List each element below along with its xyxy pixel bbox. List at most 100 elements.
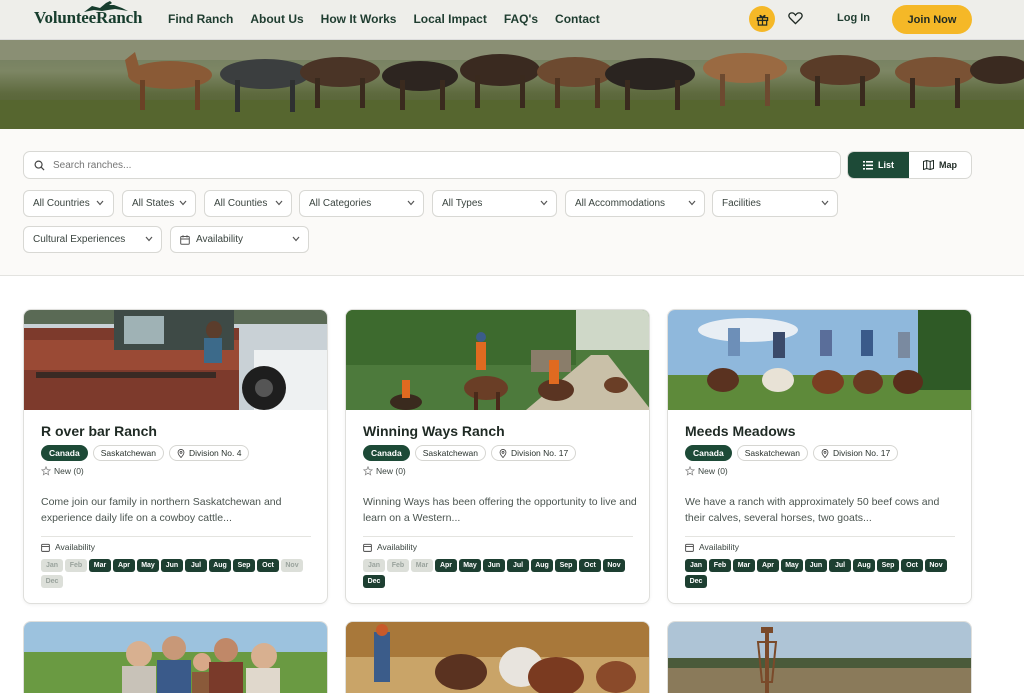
chevron-down-icon xyxy=(407,200,415,206)
country-tag: Canada xyxy=(41,445,88,461)
month-feb: Feb xyxy=(65,559,87,572)
month-apr: Apr xyxy=(113,559,135,572)
site-header: Voluntee Ranch Find Ranch About Us How It… xyxy=(0,0,1024,40)
ranch-card[interactable] xyxy=(345,621,650,693)
star-icon xyxy=(685,466,695,476)
ranch-photo xyxy=(346,622,649,693)
month-jun: Jun xyxy=(805,559,827,572)
list-view-button[interactable]: List xyxy=(848,152,909,178)
availability-label: Availability xyxy=(41,542,95,552)
ranch-card[interactable]: Meeds Meadows Canada Saskatchewan Divisi… xyxy=(667,309,972,604)
calendar-icon xyxy=(363,543,372,552)
ranch-card[interactable] xyxy=(23,621,328,693)
view-toggle: List Map xyxy=(847,151,972,179)
month-aug: Aug xyxy=(531,559,553,572)
month-mar: Mar xyxy=(411,559,433,572)
location-pin-icon xyxy=(821,448,829,458)
divider xyxy=(363,536,633,537)
map-icon xyxy=(923,160,934,170)
filter-availability[interactable]: Availability xyxy=(170,226,309,253)
availability-months: Jan Feb Mar Apr May Jun Jul Aug Sep Oct Nov Dec xyxy=(685,559,960,588)
month-jul: Jul xyxy=(507,559,529,572)
state-tag: Saskatchewan xyxy=(92,445,165,461)
ranch-title[interactable]: Winning Ways Ranch xyxy=(363,423,505,439)
filter-types[interactable]: All Types xyxy=(432,190,557,217)
month-dec: Dec xyxy=(363,575,385,588)
division-tag: Division No. 4 xyxy=(169,445,250,461)
month-feb: Feb xyxy=(709,559,731,572)
ranch-photo xyxy=(668,622,971,693)
main-nav: Find Ranch About Us How It Works Local I… xyxy=(168,12,617,26)
ranch-title[interactable]: Meeds Meadows xyxy=(685,423,795,439)
rating: New (0) xyxy=(363,466,406,476)
month-aug: Aug xyxy=(853,559,875,572)
filter-accommodations[interactable]: All Accommodations xyxy=(565,190,705,217)
division-tag: Division No. 17 xyxy=(491,445,577,461)
favorites-button[interactable] xyxy=(786,9,804,27)
state-tag: Saskatchewan xyxy=(414,445,487,461)
location-tags: Canada Saskatchewan Division No. 17 xyxy=(363,445,577,461)
ranch-photo xyxy=(346,310,649,410)
filter-panel: List Map All Countries All States All Co… xyxy=(0,129,1024,276)
nav-how-it-works[interactable]: How It Works xyxy=(321,12,397,26)
filter-categories[interactable]: All Categories xyxy=(299,190,424,217)
availability-label: Availability xyxy=(363,542,417,552)
map-view-button[interactable]: Map xyxy=(909,152,971,178)
month-sep: Sep xyxy=(877,559,899,572)
month-dec: Dec xyxy=(41,575,63,588)
ranch-card[interactable]: Winning Ways Ranch Canada Saskatchewan D… xyxy=(345,309,650,604)
location-pin-icon xyxy=(177,448,185,458)
month-aug: Aug xyxy=(209,559,231,572)
nav-about-us[interactable]: About Us xyxy=(250,12,303,26)
gift-button[interactable] xyxy=(749,6,775,32)
logo[interactable]: Voluntee Ranch xyxy=(34,1,142,28)
nav-faqs[interactable]: FAQ's xyxy=(504,12,538,26)
join-now-button[interactable]: Join Now xyxy=(892,5,972,34)
filter-facilities[interactable]: Facilities xyxy=(712,190,838,217)
month-sep: Sep xyxy=(233,559,255,572)
month-nov: Nov xyxy=(925,559,947,572)
rating: New (0) xyxy=(41,466,84,476)
calendar-icon xyxy=(41,543,50,552)
ranch-photo xyxy=(668,310,971,410)
search-input[interactable] xyxy=(53,159,753,171)
search-icon xyxy=(34,160,45,171)
country-tag: Canada xyxy=(363,445,410,461)
month-jan: Jan xyxy=(685,559,707,572)
rating: New (0) xyxy=(685,466,728,476)
search-box[interactable] xyxy=(23,151,841,179)
month-mar: Mar xyxy=(89,559,111,572)
calendar-icon xyxy=(685,543,694,552)
nav-local-impact[interactable]: Local Impact xyxy=(413,12,486,26)
filter-states[interactable]: All States xyxy=(122,190,196,217)
month-may: May xyxy=(459,559,481,572)
location-tags: Canada Saskatchewan Division No. 17 xyxy=(685,445,899,461)
ranch-card[interactable] xyxy=(667,621,972,693)
heart-icon xyxy=(787,12,803,25)
country-tag: Canada xyxy=(685,445,732,461)
filter-counties[interactable]: All Counties xyxy=(204,190,292,217)
filter-cultural-experiences[interactable]: Cultural Experiences xyxy=(23,226,162,253)
month-jun: Jun xyxy=(161,559,183,572)
ranch-description: Come join our family in northern Saskatc… xyxy=(41,496,282,524)
location-tags: Canada Saskatchewan Division No. 4 xyxy=(41,445,250,461)
ranch-description: Winning Ways has been offering the oppor… xyxy=(363,496,637,524)
month-sep: Sep xyxy=(555,559,577,572)
filter-countries[interactable]: All Countries xyxy=(23,190,114,217)
month-jun: Jun xyxy=(483,559,505,572)
month-dec: Dec xyxy=(685,575,707,588)
nav-find-ranch[interactable]: Find Ranch xyxy=(168,12,233,26)
chevron-down-icon xyxy=(540,200,548,206)
month-may: May xyxy=(137,559,159,572)
chevron-down-icon xyxy=(96,200,104,206)
ranch-title[interactable]: R over bar Ranch xyxy=(41,423,157,439)
location-pin-icon xyxy=(499,448,507,458)
divider xyxy=(685,536,955,537)
availability-months: Jan Feb Mar Apr May Jun Jul Aug Sep Oct Nov Dec xyxy=(363,559,638,588)
ranch-photo xyxy=(24,622,327,693)
login-link[interactable]: Log In xyxy=(837,12,870,24)
month-apr: Apr xyxy=(757,559,779,572)
nav-contact[interactable]: Contact xyxy=(555,12,600,26)
ranch-card[interactable]: R over bar Ranch Canada Saskatchewan Div… xyxy=(23,309,328,604)
month-feb: Feb xyxy=(387,559,409,572)
